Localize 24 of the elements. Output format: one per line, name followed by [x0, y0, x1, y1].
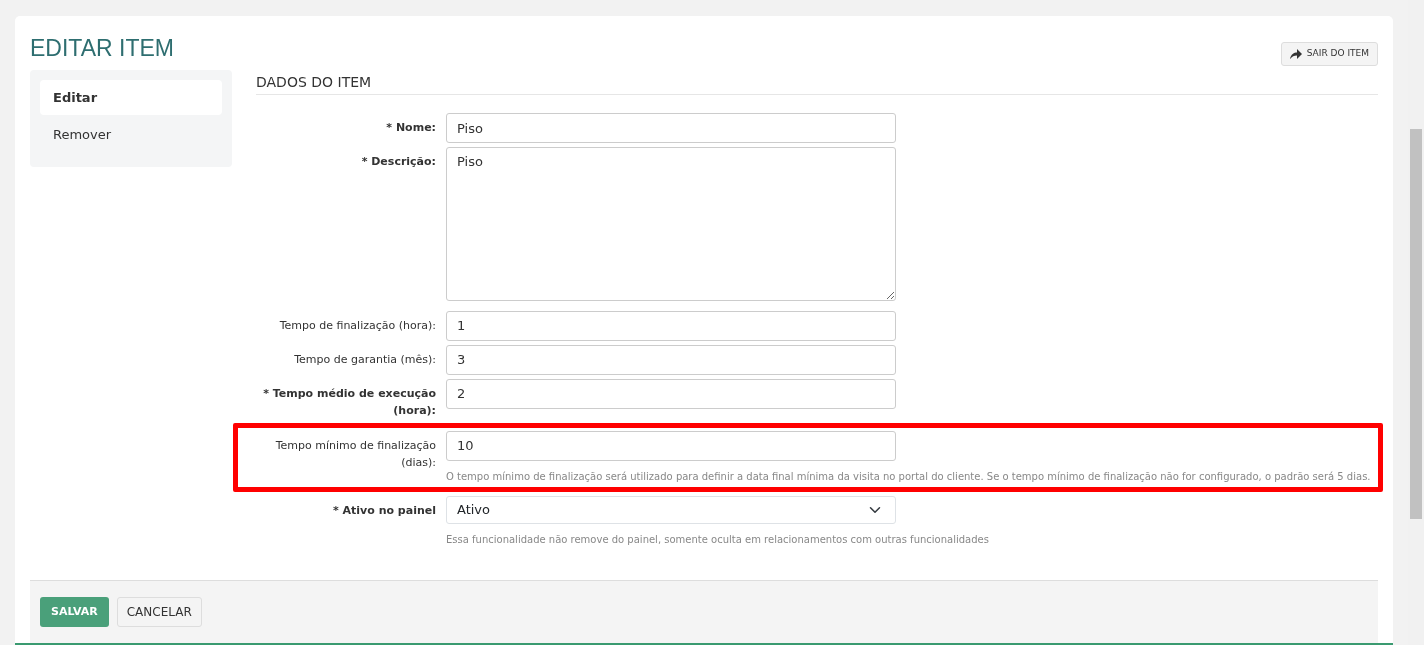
page-title: EDITAR ITEM — [30, 36, 174, 62]
text-field[interactable]: 3 — [446, 344, 896, 375]
section-title: DADOS DO ITEM — [256, 73, 1378, 96]
sidebar-item[interactable]: Editar — [40, 79, 222, 115]
text-field[interactable]: 1 — [446, 310, 896, 341]
exit-button[interactable]: SAIR DO ITEM — [1280, 42, 1378, 66]
cancel-button[interactable]: CANCELAR — [116, 596, 202, 627]
scrollbar-thumb[interactable] — [1410, 129, 1422, 519]
sidebar-item[interactable]: Remover — [40, 117, 222, 153]
field-label: * Nome: — [385, 120, 436, 137]
select-field[interactable]: Ativo — [446, 495, 896, 524]
field-label: Tempo mínimo de finalização (dias): — [274, 437, 436, 471]
field-label: * Ativo no painel — [331, 502, 436, 519]
field-label: * Tempo médio de execução (hora): — [262, 385, 436, 419]
text-field[interactable]: Piso — [446, 113, 896, 144]
field-label: Tempo de finalização (hora): — [278, 317, 436, 334]
field-label: * Descrição: — [360, 154, 436, 171]
help-text: Essa funcionalidade não remove do painel, somente oculta em relacionamentos com outras funcionalidades — [446, 532, 990, 547]
text-field[interactable]: 10 — [446, 430, 896, 461]
text-field[interactable]: 2 — [446, 378, 896, 409]
text-area[interactable]: Piso — [446, 147, 896, 302]
share-arrow-icon — [1289, 48, 1302, 59]
field-label: Tempo de garantia (mês): — [293, 351, 436, 368]
help-text: O tempo mínimo de finalização será utilizado para definir a data final mínima da visita no portal do cliente. Se o tempo mínimo de finalização não for configurado, o padrão será 5 dias. — [446, 469, 1372, 484]
